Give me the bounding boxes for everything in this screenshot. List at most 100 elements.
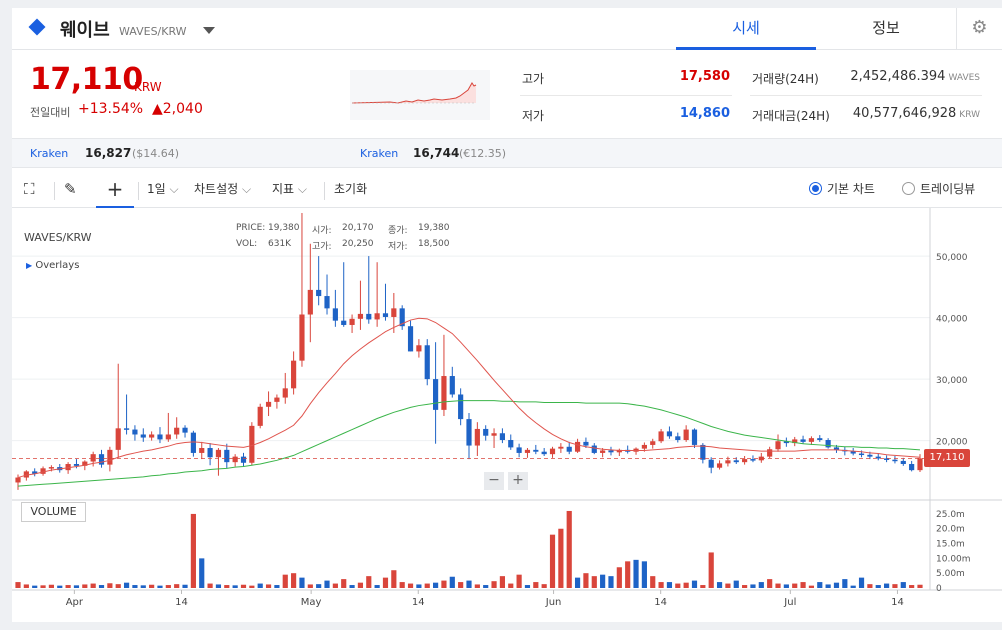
zoom-in-button[interactable]: + xyxy=(508,472,528,490)
candle-body xyxy=(700,444,706,460)
candle-body xyxy=(165,434,171,440)
candle-body xyxy=(424,345,430,380)
crosshair-icon[interactable]: + xyxy=(96,174,134,208)
exchange-name[interactable]: Kraken xyxy=(30,147,68,160)
ohlc-vol: 631K xyxy=(268,239,292,249)
volume-bar xyxy=(850,585,856,588)
gear-icon[interactable]: ⚙ xyxy=(956,8,1002,50)
change-amount: ▲2,040 xyxy=(152,101,203,117)
volume-bar xyxy=(683,582,689,588)
candle-body xyxy=(382,313,389,317)
candle-body xyxy=(524,449,531,453)
tab-price[interactable]: 시세 xyxy=(676,8,816,50)
candle-body xyxy=(316,289,322,297)
volume-bar xyxy=(433,582,439,588)
change-label: 전일대비 xyxy=(30,106,71,119)
exchange-name[interactable]: Kraken xyxy=(360,147,398,160)
volume-bar xyxy=(658,582,664,588)
x-tick-label: 14 xyxy=(891,597,904,608)
y-tick-label: 20,000 xyxy=(936,438,968,448)
volume-bar xyxy=(341,579,347,588)
volume-bar xyxy=(249,585,255,588)
volume-bar xyxy=(199,558,205,588)
volume-bar xyxy=(792,583,798,588)
zoom-out-button[interactable]: − xyxy=(484,472,504,490)
volume-bar xyxy=(700,585,706,588)
divider xyxy=(324,182,325,200)
volume-bar xyxy=(625,561,631,588)
volume-bar xyxy=(483,585,489,588)
volume-bar xyxy=(441,580,447,588)
candle-body xyxy=(274,397,280,402)
volume-tick-label: 5.00m xyxy=(936,569,965,579)
volume-bar xyxy=(374,585,380,588)
volume-bar xyxy=(57,585,63,588)
volume-tick-label: 20.0m xyxy=(936,525,965,535)
volume-bar xyxy=(783,584,789,588)
volume-bar xyxy=(265,584,272,588)
reset-button[interactable]: 초기화 xyxy=(334,174,367,208)
chart-settings-menu[interactable]: 차트설정 ⌵ xyxy=(194,174,251,208)
candle-body xyxy=(742,459,748,463)
current-price: 17,110 xyxy=(30,62,143,97)
volume-bar xyxy=(608,576,614,588)
volume-bar xyxy=(299,577,305,588)
coin-pair[interactable]: WAVES/KRW xyxy=(119,25,187,38)
candle-body xyxy=(433,379,439,410)
candle-body xyxy=(391,308,397,317)
pencil-icon[interactable]: ✎ xyxy=(64,174,77,208)
volume-bar xyxy=(541,584,547,588)
volume-bar xyxy=(524,585,531,588)
volume-bar xyxy=(875,585,881,588)
indicators-menu[interactable]: 지표 ⌵ xyxy=(272,174,307,208)
volume-tick-label: 10.00m xyxy=(936,554,971,564)
candle-body xyxy=(115,428,121,450)
price-chart[interactable]: 50,000 40,000 30,000 20,000 25.0m 20.0m 15.0m 1… xyxy=(12,208,1002,622)
candle-body xyxy=(917,458,923,471)
basic-chart-radio[interactable]: 기본 차트 xyxy=(809,174,875,208)
candle-body xyxy=(683,429,689,441)
volume-bar xyxy=(149,584,155,588)
candle-body xyxy=(341,320,347,325)
volume-bar xyxy=(73,585,80,588)
exchange-price: 16,827 xyxy=(85,146,132,160)
candle-body xyxy=(366,313,372,320)
coin-name[interactable]: 웨이브 xyxy=(60,16,110,42)
candle-body xyxy=(224,449,230,463)
volume-bar xyxy=(767,579,773,588)
candle-body xyxy=(558,446,564,449)
fullscreen-icon[interactable]: ⛶ xyxy=(24,174,35,208)
volume-bar xyxy=(466,580,472,588)
candle-body xyxy=(775,441,781,450)
volume-bar xyxy=(82,584,88,588)
candle-body xyxy=(307,289,313,315)
candle-body xyxy=(265,401,272,407)
change-percent: +13.54% xyxy=(78,101,144,117)
exchange-price-eur: (€12.35) xyxy=(459,147,507,160)
tab-info[interactable]: 정보 xyxy=(816,8,956,50)
volume-bar xyxy=(558,528,564,588)
candle-body xyxy=(583,441,589,446)
candle-body xyxy=(299,314,305,361)
volume-bar xyxy=(825,584,831,588)
volume-bar xyxy=(758,582,764,588)
candle-body xyxy=(650,441,656,445)
period-select[interactable]: 1일 ⌵ xyxy=(147,174,179,208)
x-tick-label: 14 xyxy=(175,597,188,608)
divider xyxy=(750,95,982,96)
candle-body xyxy=(491,433,497,436)
volume-bar xyxy=(107,583,113,588)
volume-bar xyxy=(691,580,698,588)
candle-body xyxy=(107,449,113,465)
volume-bar xyxy=(666,582,673,588)
radio-empty-icon xyxy=(902,182,915,195)
tradingview-radio[interactable]: 트레이딩뷰 xyxy=(902,174,975,208)
candle-body xyxy=(215,449,222,458)
divider xyxy=(138,182,139,200)
volume-bar xyxy=(892,584,898,588)
candle-body xyxy=(416,345,422,352)
overlays-toggle[interactable]: ▶ Overlays xyxy=(26,260,79,271)
last-price-tag: 17,110 xyxy=(924,449,970,468)
x-tick-label: Jul xyxy=(783,597,796,608)
coin-dropdown-icon[interactable] xyxy=(203,27,215,34)
